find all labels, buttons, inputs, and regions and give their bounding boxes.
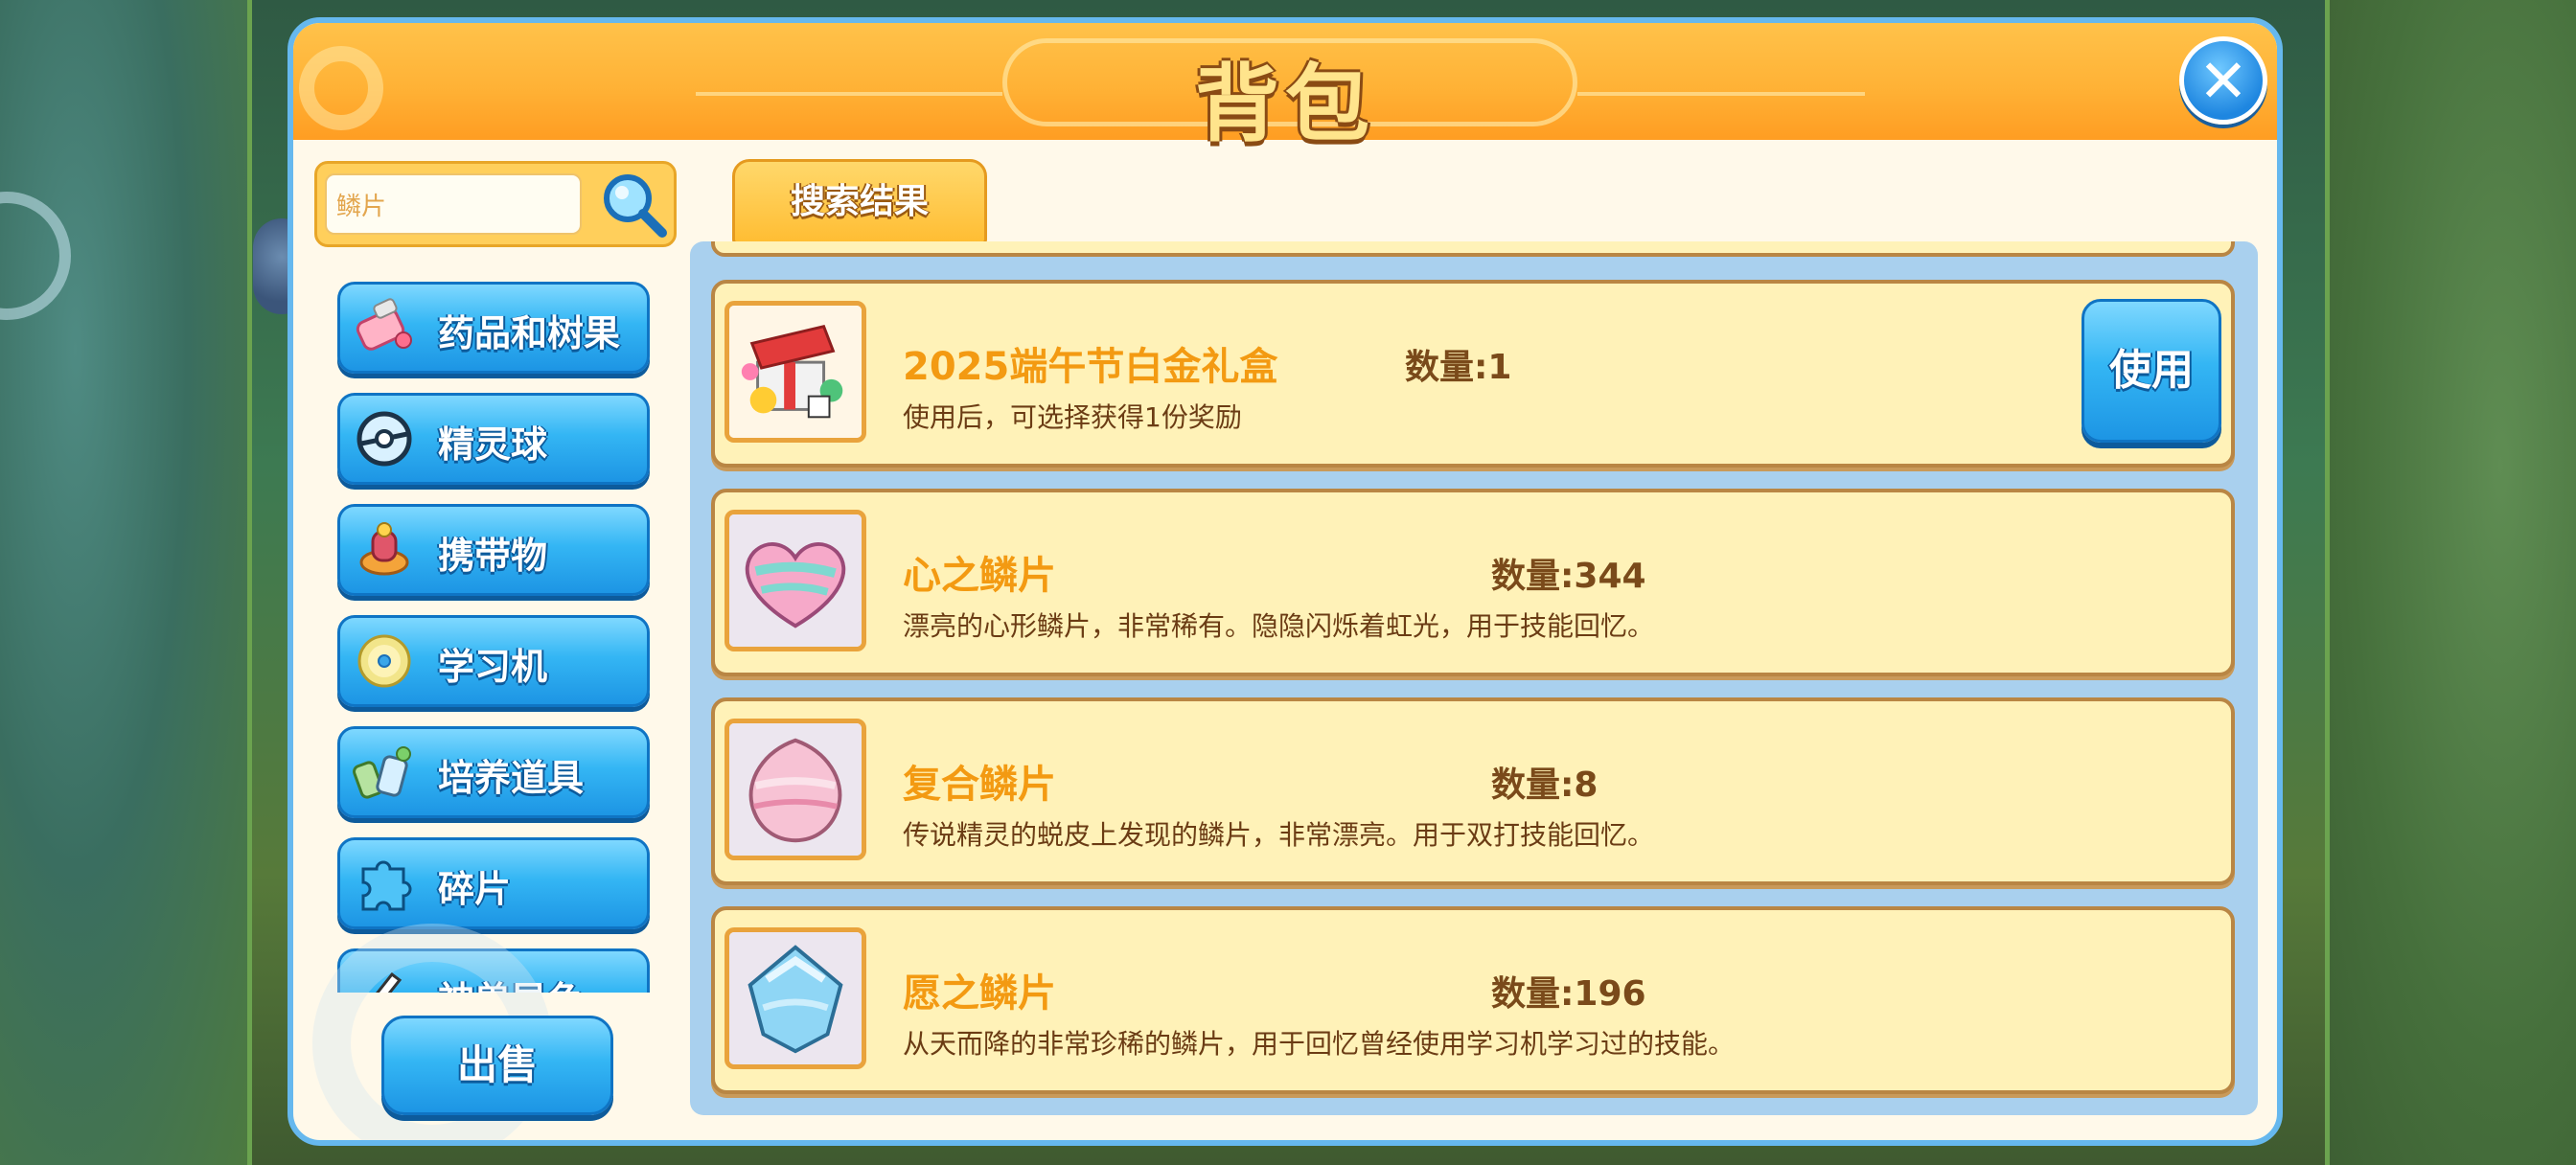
list-item[interactable]: 愿之鳞片 数量:196 从天而降的非常珍稀的鳞片，用于回忆曾经使用学习机学习过的… bbox=[711, 906, 2235, 1094]
item-name: 愿之鳞片 bbox=[903, 971, 1056, 1016]
sidebar-item-label: 培养道具 bbox=[438, 757, 585, 799]
wish-scale-icon bbox=[729, 932, 862, 1064]
sidebar-item-label: 精灵球 bbox=[438, 423, 548, 466]
item-icon-frame bbox=[724, 927, 866, 1069]
item-quantity: 数量:8 bbox=[1491, 765, 1598, 805]
puzzle-piece-icon bbox=[361, 860, 412, 911]
list-item-partial bbox=[711, 241, 2235, 257]
background-left bbox=[0, 0, 251, 1165]
sidebar-item-training[interactable]: 培养道具 bbox=[337, 726, 650, 818]
background-divider bbox=[247, 0, 252, 1165]
close-icon: ✕ bbox=[2198, 45, 2248, 116]
list-item[interactable]: 2025端午节白金礼盒 数量:1 使用后，可选择获得1份奖励 使用 bbox=[711, 280, 2235, 468]
item-name: 心之鳞片 bbox=[903, 554, 1056, 598]
sidebar-item-label: 学习机 bbox=[438, 646, 548, 688]
medicine-icon bbox=[356, 298, 412, 351]
sidebar-item-pokeball[interactable]: 精灵球 bbox=[337, 393, 650, 485]
gift-box-icon bbox=[729, 306, 862, 438]
sidebar-item-held-item[interactable]: 携带物 bbox=[337, 504, 650, 596]
category-sidebar: 药品和树果 精灵球 携带物 学习机 培养道具 碎片 bbox=[332, 266, 657, 993]
page-title: 背包 bbox=[1194, 55, 1375, 153]
item-description: 漂亮的心形鳞片，非常稀有。隐隐闪烁着虹光，用于技能回忆。 bbox=[903, 610, 1655, 642]
sidebar-item-fragments[interactable]: 碎片 bbox=[337, 837, 650, 929]
item-name: 复合鳞片 bbox=[903, 763, 1056, 807]
search-button[interactable] bbox=[597, 168, 670, 240]
disc-icon bbox=[357, 634, 411, 688]
list-item[interactable]: 心之鳞片 数量:344 漂亮的心形鳞片，非常稀有。隐隐闪烁着虹光，用于技能回忆。 bbox=[711, 489, 2235, 676]
pokeball-icon bbox=[356, 411, 412, 467]
sell-button[interactable]: 出售 bbox=[381, 1016, 613, 1115]
search-bar bbox=[314, 161, 677, 247]
sidebar-item-medicine[interactable]: 药品和树果 bbox=[337, 282, 650, 374]
sidebar-item-label: 携带物 bbox=[438, 535, 548, 577]
item-icon-frame bbox=[724, 719, 866, 860]
item-description: 从天而降的非常珍稀的鳞片，用于回忆曾经使用学习机学习过的技能。 bbox=[903, 1028, 1736, 1060]
item-description: 传说精灵的蜕皮上发现的鳞片，非常漂亮。用于双打技能回忆。 bbox=[903, 819, 1655, 851]
bag-panel: 背包 ✕ 药品和树果 bbox=[288, 17, 2283, 1146]
use-button[interactable]: 使用 bbox=[2082, 299, 2221, 443]
item-quantity: 数量:1 bbox=[1405, 348, 1512, 387]
sidebar-item-tm[interactable]: 学习机 bbox=[337, 615, 650, 707]
item-name: 2025端午节白金礼盒 bbox=[903, 345, 1278, 389]
composite-scale-icon bbox=[729, 723, 862, 856]
item-icon-frame bbox=[724, 510, 866, 651]
magnifier-icon bbox=[604, 174, 667, 238]
tab-search-results[interactable]: 搜索结果 bbox=[732, 159, 987, 245]
item-quantity: 数量:344 bbox=[1491, 557, 1646, 596]
item-list[interactable]: 2025端午节白金礼盒 数量:1 使用后，可选择获得1份奖励 使用 心之鳞片 数… bbox=[690, 241, 2258, 1115]
heart-scale-icon bbox=[729, 514, 862, 647]
panel-header: 背包 ✕ bbox=[293, 23, 2277, 153]
background-divider bbox=[2325, 0, 2330, 1165]
item-icon-frame bbox=[724, 301, 866, 443]
item-quantity: 数量:196 bbox=[1491, 974, 1646, 1014]
item-description: 使用后，可选择获得1份奖励 bbox=[903, 401, 1242, 433]
sidebar-item-label: 药品和树果 bbox=[438, 312, 621, 354]
training-item-icon bbox=[353, 746, 411, 799]
close-button[interactable]: ✕ bbox=[2179, 36, 2267, 125]
search-input[interactable] bbox=[325, 173, 582, 235]
held-item-icon bbox=[359, 522, 409, 576]
background-right bbox=[2325, 0, 2576, 1165]
list-item[interactable]: 复合鳞片 数量:8 传说精灵的蜕皮上发现的鳞片，非常漂亮。用于双打技能回忆。 bbox=[711, 697, 2235, 885]
sidebar-item-label: 碎片 bbox=[438, 868, 512, 910]
